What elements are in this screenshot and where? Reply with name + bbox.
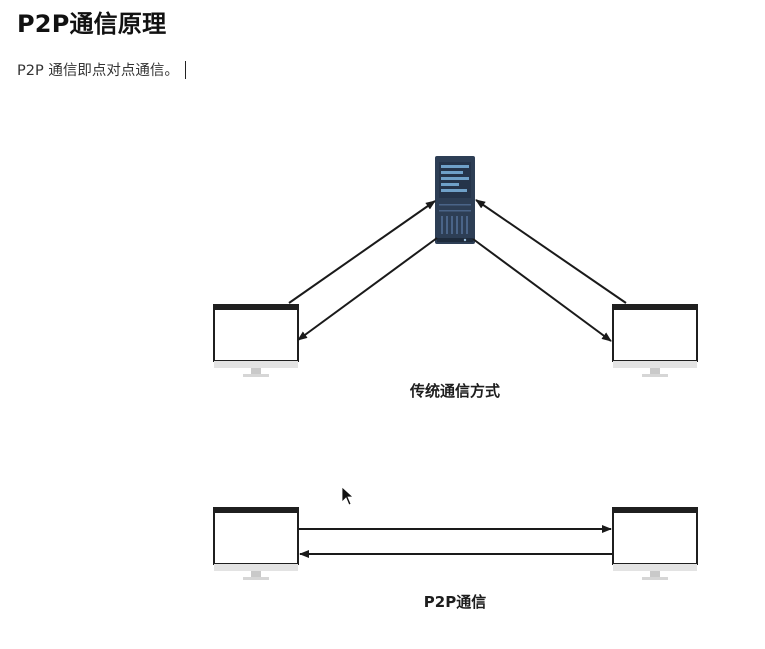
arrow-left-client-to-server xyxy=(288,200,436,304)
arrow-server-to-right-client xyxy=(472,238,612,342)
client-left-monitor-icon xyxy=(213,304,299,378)
server-icon xyxy=(435,156,475,244)
peer-right-monitor-icon xyxy=(612,507,698,581)
mouse-cursor-icon xyxy=(341,486,355,506)
client-right-monitor-icon xyxy=(612,304,698,378)
traditional-diagram: 传统通信方式 xyxy=(213,156,698,400)
arrow-right-client-to-server xyxy=(475,199,627,304)
p2p-diagram: P2P通信 xyxy=(213,507,698,611)
p2p-caption: P2P通信 xyxy=(424,593,486,611)
traditional-caption: 传统通信方式 xyxy=(409,382,500,400)
peer-left-monitor-icon xyxy=(213,507,299,581)
arrow-server-to-left-client xyxy=(297,237,438,341)
diagram-canvas: 传统通信方式 P2P通信 xyxy=(213,156,698,611)
